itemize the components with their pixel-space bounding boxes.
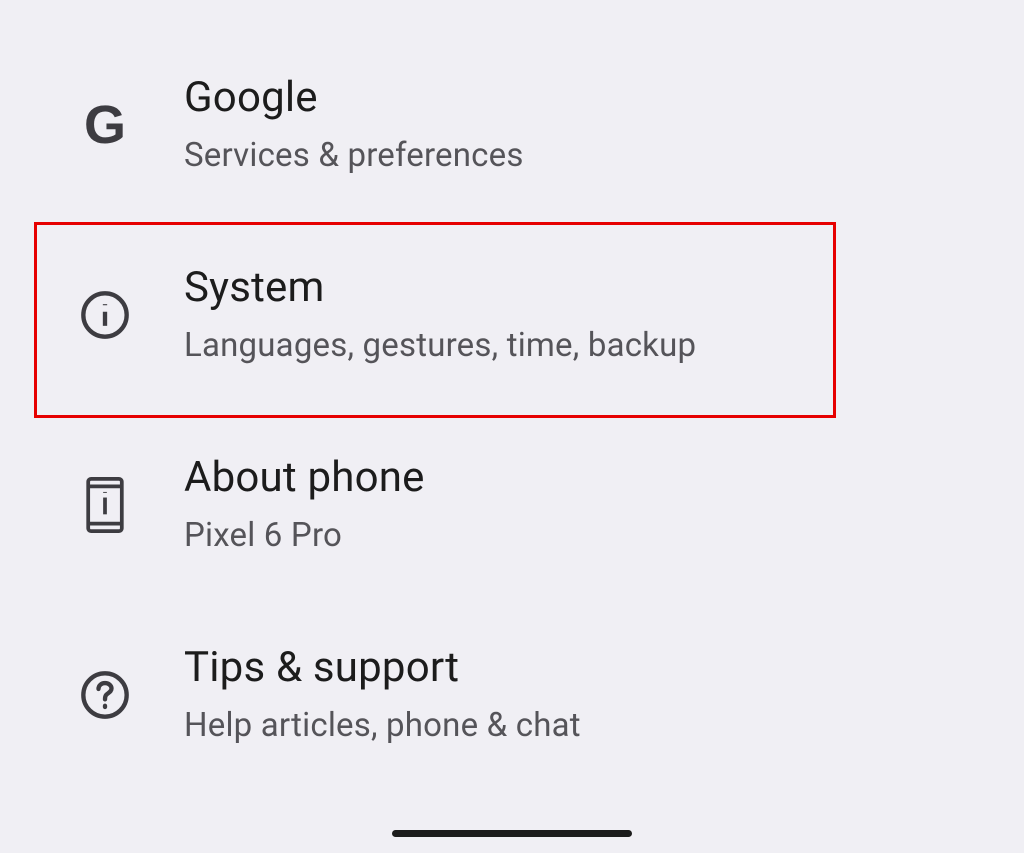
- item-title: About phone: [184, 454, 425, 502]
- item-subtitle: Services & preferences: [184, 136, 524, 176]
- settings-list: G Google Services & preferences System L…: [0, 0, 1024, 790]
- info-icon: [70, 289, 140, 341]
- gesture-nav-handle[interactable]: [392, 830, 632, 837]
- item-title: Tips & support: [184, 644, 581, 692]
- settings-item-about-phone[interactable]: About phone Pixel 6 Pro: [0, 410, 1024, 600]
- settings-item-system[interactable]: System Languages, gestures, time, backup: [0, 220, 1024, 410]
- settings-item-google[interactable]: G Google Services & preferences: [0, 30, 1024, 220]
- item-title: System: [184, 264, 696, 312]
- phone-info-icon: [70, 477, 140, 533]
- settings-item-tips-support[interactable]: Tips & support Help articles, phone & ch…: [0, 600, 1024, 790]
- item-title: Google: [184, 74, 524, 122]
- settings-item-text: About phone Pixel 6 Pro: [140, 454, 425, 556]
- settings-item-text: System Languages, gestures, time, backup: [140, 264, 696, 366]
- help-icon: [70, 669, 140, 721]
- item-subtitle: Languages, gestures, time, backup: [184, 326, 696, 366]
- item-subtitle: Help articles, phone & chat: [184, 706, 581, 746]
- settings-item-text: Google Services & preferences: [140, 74, 524, 176]
- settings-item-text: Tips & support Help articles, phone & ch…: [140, 644, 581, 746]
- google-icon: G: [70, 98, 140, 152]
- item-subtitle: Pixel 6 Pro: [184, 516, 425, 556]
